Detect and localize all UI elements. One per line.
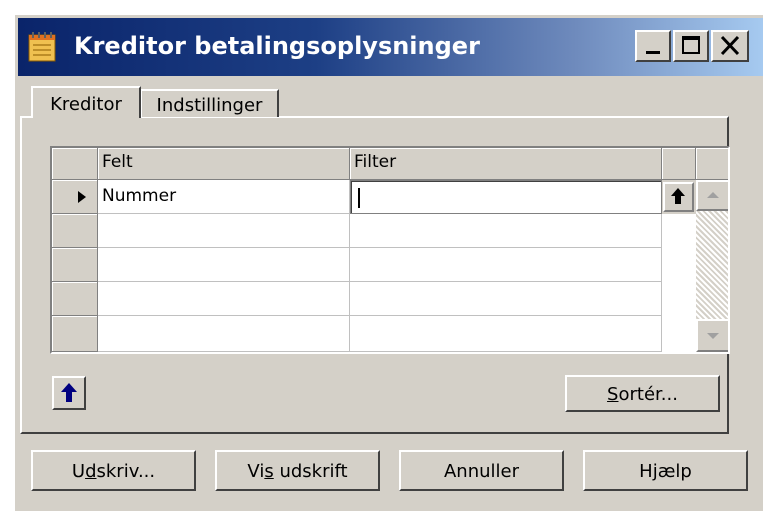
tab-kreditor-label: Kreditor [50, 94, 122, 115]
sort-button[interactable]: Sortér... [565, 375, 720, 412]
cell-felt[interactable] [98, 248, 350, 282]
window-title: Kreditor betalingsoplysninger [74, 32, 480, 60]
print-button[interactable]: Udskriv... [31, 450, 196, 491]
column-header-felt[interactable]: Felt [98, 148, 350, 180]
row-selector[interactable] [52, 316, 98, 352]
sort-mnemonic: S [607, 384, 619, 405]
column-header-button [662, 148, 696, 180]
lookup-column-blank [662, 214, 696, 352]
cancel-button[interactable]: Annuller [399, 450, 564, 491]
arrow-up-icon [671, 188, 685, 204]
close-button[interactable] [711, 30, 749, 62]
cell-felt[interactable] [98, 282, 350, 316]
help-button-label: Hjælp [639, 461, 692, 482]
scrollbar-header [696, 148, 728, 180]
column-header-filter-label: Filter [354, 152, 397, 172]
cell-felt[interactable] [98, 214, 350, 248]
current-row-arrow-icon [78, 191, 86, 203]
column-header-felt-label: Felt [102, 152, 133, 172]
arrow-up-icon [61, 383, 77, 402]
cancel-button-label: Annuller [443, 461, 519, 482]
help-button[interactable]: Hjælp [583, 450, 748, 491]
scroll-down-arrow-icon [707, 333, 719, 339]
close-icon [720, 35, 740, 56]
preview-button[interactable]: Vis udskrift [215, 450, 380, 491]
cell-filter[interactable] [350, 214, 662, 248]
cell-felt-value: Nummer [102, 186, 177, 206]
filter-grid[interactable]: Felt Filter Nummer [50, 146, 730, 354]
cell-felt[interactable]: Nummer [98, 180, 350, 214]
minimize-icon [646, 51, 660, 54]
cell-filter[interactable] [350, 316, 662, 352]
row-selector[interactable] [52, 214, 98, 248]
scroll-up-button[interactable] [696, 180, 728, 211]
print-button-label: Udskriv... [71, 461, 156, 482]
tab-indstillinger-label: Indstillinger [156, 95, 263, 116]
cell-filter[interactable] [350, 248, 662, 282]
row-selector[interactable] [52, 282, 98, 316]
tab-kreditor[interactable]: Kreditor [31, 86, 141, 118]
minimize-button[interactable] [635, 30, 671, 62]
sort-button-label: Sortér... [607, 384, 678, 405]
corner-header [52, 148, 98, 180]
cell-filter-input[interactable] [350, 180, 662, 214]
preview-mnemonic: s [264, 461, 274, 482]
column-header-filter[interactable]: Filter [350, 148, 662, 180]
lookup-button[interactable] [663, 182, 694, 212]
maximize-button[interactable] [673, 30, 709, 62]
tab-indstillinger[interactable]: Indstillinger [141, 89, 279, 117]
maximize-icon [682, 36, 700, 54]
move-up-button[interactable] [52, 376, 86, 410]
cell-filter[interactable] [350, 282, 662, 316]
scroll-down-button[interactable] [696, 319, 728, 352]
notepad-app-icon [28, 32, 56, 62]
text-cursor [358, 188, 360, 208]
cell-felt[interactable] [98, 316, 350, 352]
scroll-up-arrow-icon [707, 192, 719, 198]
row-selector[interactable] [52, 248, 98, 282]
row-selector-current[interactable] [52, 180, 98, 214]
preview-button-label: Vis udskrift [247, 461, 348, 482]
print-mnemonic: d [85, 461, 97, 482]
title-bar[interactable]: Kreditor betalingsoplysninger [18, 18, 763, 76]
